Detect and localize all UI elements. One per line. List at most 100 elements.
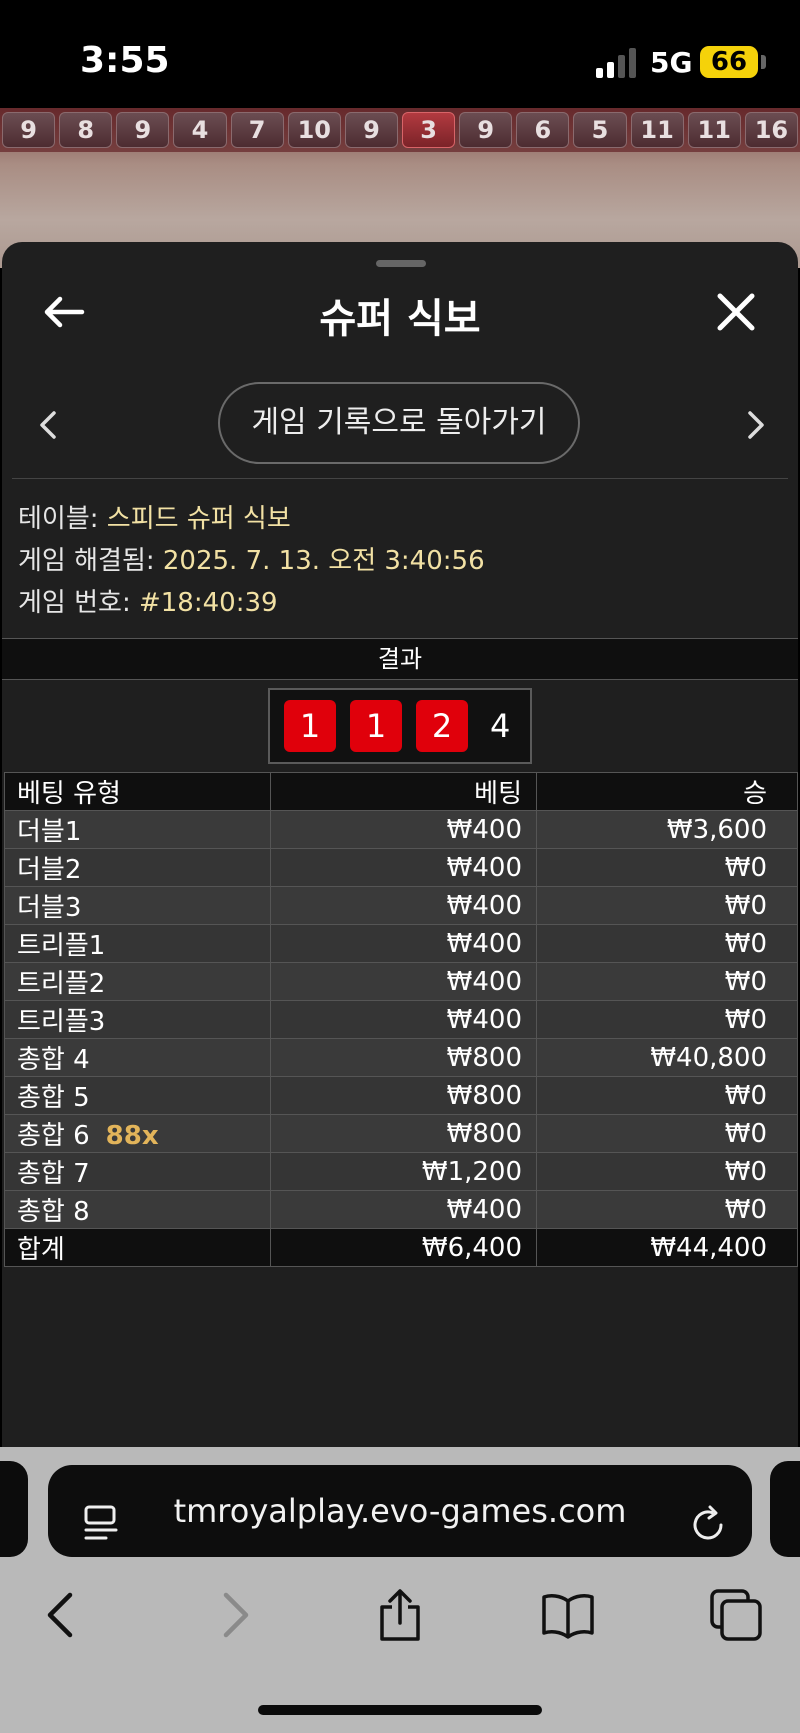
bet-amount-cell: ₩400 xyxy=(270,924,537,963)
forward-icon[interactable] xyxy=(206,1587,262,1643)
bet-type-cell: 총합 7 xyxy=(4,1152,271,1191)
table-row: 더블2 ₩400 ₩0 xyxy=(4,848,798,887)
road-cell: 9 xyxy=(459,112,513,148)
network-type: 5G xyxy=(650,46,693,79)
road-cell: 4 xyxy=(173,112,227,148)
back-icon[interactable] xyxy=(34,1587,90,1643)
road-cell: 5 xyxy=(573,112,627,148)
road-cell: 11 xyxy=(687,112,741,148)
win-amount-cell: ₩0 xyxy=(536,1076,798,1115)
bet-type-label: 트리플3 xyxy=(17,1007,106,1037)
bet-type-label: 더블1 xyxy=(17,817,82,847)
table-row: 총합 6 88x ₩800 ₩0 xyxy=(4,1114,798,1153)
bet-amount-cell: ₩800 xyxy=(270,1114,537,1153)
table-header-row: 베팅 유형 베팅 승 xyxy=(4,772,798,811)
battery-icon: 66 xyxy=(700,46,758,78)
bet-amount-cell: ₩400 xyxy=(270,962,537,1001)
table-row: 총합 5 ₩800 ₩0 xyxy=(4,1076,798,1115)
sum-label: 합계 xyxy=(4,1228,271,1267)
history-panel: 슈퍼 식보 게임 기록으로 돌아가기 테이블: 스피드 슈퍼 식보 게임 해결됨… xyxy=(2,242,798,1447)
column-header-bet: 베팅 xyxy=(270,772,537,811)
bet-amount-cell: ₩400 xyxy=(270,1190,537,1229)
win-amount-cell: ₩0 xyxy=(536,1114,798,1153)
win-amount-cell: ₩40,800 xyxy=(536,1038,798,1077)
address-bar[interactable]: tmroyalplay.evo-games.com xyxy=(48,1465,752,1557)
chevron-right-icon[interactable] xyxy=(744,410,768,440)
win-amount-cell: ₩0 xyxy=(536,1190,798,1229)
road-cell: 9 xyxy=(116,112,170,148)
die: 1 xyxy=(284,700,336,752)
table-row: 총합 4 ₩800 ₩40,800 xyxy=(4,1038,798,1077)
bet-amount-cell: ₩800 xyxy=(270,1076,537,1115)
battery-tip xyxy=(761,55,766,69)
bookmarks-icon[interactable] xyxy=(540,1587,596,1643)
result-dice: 1 1 2 4 xyxy=(268,688,532,764)
bet-type-cell: 더블3 xyxy=(4,886,271,925)
bets-table: 베팅 유형 베팅 승 더블1 ₩400 ₩3,600 더블2 ₩400 ₩0 더블3 ₩400… xyxy=(4,772,798,1267)
page-menu-icon[interactable] xyxy=(82,1503,120,1543)
dice-total: 4 xyxy=(490,707,511,745)
table-row: 더블3 ₩400 ₩0 xyxy=(4,886,798,925)
road-cell: 11 xyxy=(630,112,684,148)
close-icon[interactable] xyxy=(714,290,758,334)
results-road: 9 8 9 4 7 10 9 3 9 6 5 11 11 16 xyxy=(0,108,800,152)
bet-type-cell: 총합 4 xyxy=(4,1038,271,1077)
column-header-win: 승 xyxy=(536,772,798,811)
status-bar: 3:55 5G 66 xyxy=(0,0,800,108)
drag-handle[interactable] xyxy=(376,260,426,267)
game-number-value: #18:40:39 xyxy=(138,588,278,618)
bet-type-cell: 트리플1 xyxy=(4,924,271,963)
bet-type-cell: 총합 5 xyxy=(4,1076,271,1115)
road-cell: 16 xyxy=(744,112,798,148)
win-amount-cell: ₩0 xyxy=(536,1000,798,1039)
home-indicator[interactable] xyxy=(258,1705,542,1715)
road-cell: 9 xyxy=(344,112,398,148)
bet-type-label: 총합 6 xyxy=(17,1121,90,1151)
bet-type-cell: 더블2 xyxy=(4,848,271,887)
table-label: 테이블: xyxy=(18,504,99,534)
bet-type-label: 트리플1 xyxy=(17,931,106,961)
tabs-icon[interactable] xyxy=(708,1587,764,1643)
resolved-label: 게임 해결됨: xyxy=(18,546,155,576)
bet-type-cell: 트리플3 xyxy=(4,1000,271,1039)
road-cell: 7 xyxy=(230,112,284,148)
bet-type-label: 총합 7 xyxy=(17,1159,90,1189)
road-cell: 6 xyxy=(516,112,570,148)
url-text: tmroyalplay.evo-games.com xyxy=(173,1492,627,1530)
bet-amount-cell: ₩400 xyxy=(270,1000,537,1039)
bet-type-label: 더블3 xyxy=(17,893,82,923)
multiplier-badge: 88x xyxy=(105,1121,159,1151)
table-row: 더블1 ₩400 ₩3,600 xyxy=(4,810,798,849)
table-row: 트리플1 ₩400 ₩0 xyxy=(4,924,798,963)
clock: 3:55 xyxy=(80,40,170,81)
bet-type-label: 더블2 xyxy=(17,855,82,885)
sum-bet: ₩6,400 xyxy=(270,1228,537,1267)
next-tab-preview[interactable] xyxy=(770,1461,800,1557)
game-number-label: 게임 번호: xyxy=(18,588,131,618)
bet-type-cell: 총합 6 88x xyxy=(4,1114,271,1153)
table-value: 스피드 슈퍼 식보 xyxy=(106,504,291,534)
bet-amount-cell: ₩800 xyxy=(270,1038,537,1077)
game-number-info: 게임 번호: #18:40:39 xyxy=(18,582,278,619)
divider xyxy=(12,478,788,479)
bet-type-cell: 총합 8 xyxy=(4,1190,271,1229)
chevron-left-icon[interactable] xyxy=(36,410,60,440)
win-amount-cell: ₩0 xyxy=(536,924,798,963)
resolved-info: 게임 해결됨: 2025. 7. 13. 오전 3:40:56 xyxy=(18,540,485,577)
bet-type-label: 총합 8 xyxy=(17,1197,90,1227)
bet-amount-cell: ₩400 xyxy=(270,810,537,849)
bet-type-label: 트리플2 xyxy=(17,969,106,999)
back-to-history-button[interactable]: 게임 기록으로 돌아가기 xyxy=(218,382,580,464)
share-icon[interactable] xyxy=(372,1587,428,1643)
reload-icon[interactable] xyxy=(688,1505,728,1545)
column-header-bet-type: 베팅 유형 xyxy=(4,772,271,811)
resolved-value: 2025. 7. 13. 오전 3:40:56 xyxy=(162,546,485,576)
table-row: 총합 8 ₩400 ₩0 xyxy=(4,1190,798,1229)
win-amount-cell: ₩0 xyxy=(536,962,798,1001)
bet-amount-cell: ₩400 xyxy=(270,848,537,887)
road-cell: 3 xyxy=(401,112,456,148)
win-amount-cell: ₩3,600 xyxy=(536,810,798,849)
road-cell: 9 xyxy=(2,112,56,148)
previous-tab-preview[interactable] xyxy=(0,1461,28,1557)
table-row: 트리플3 ₩400 ₩0 xyxy=(4,1000,798,1039)
